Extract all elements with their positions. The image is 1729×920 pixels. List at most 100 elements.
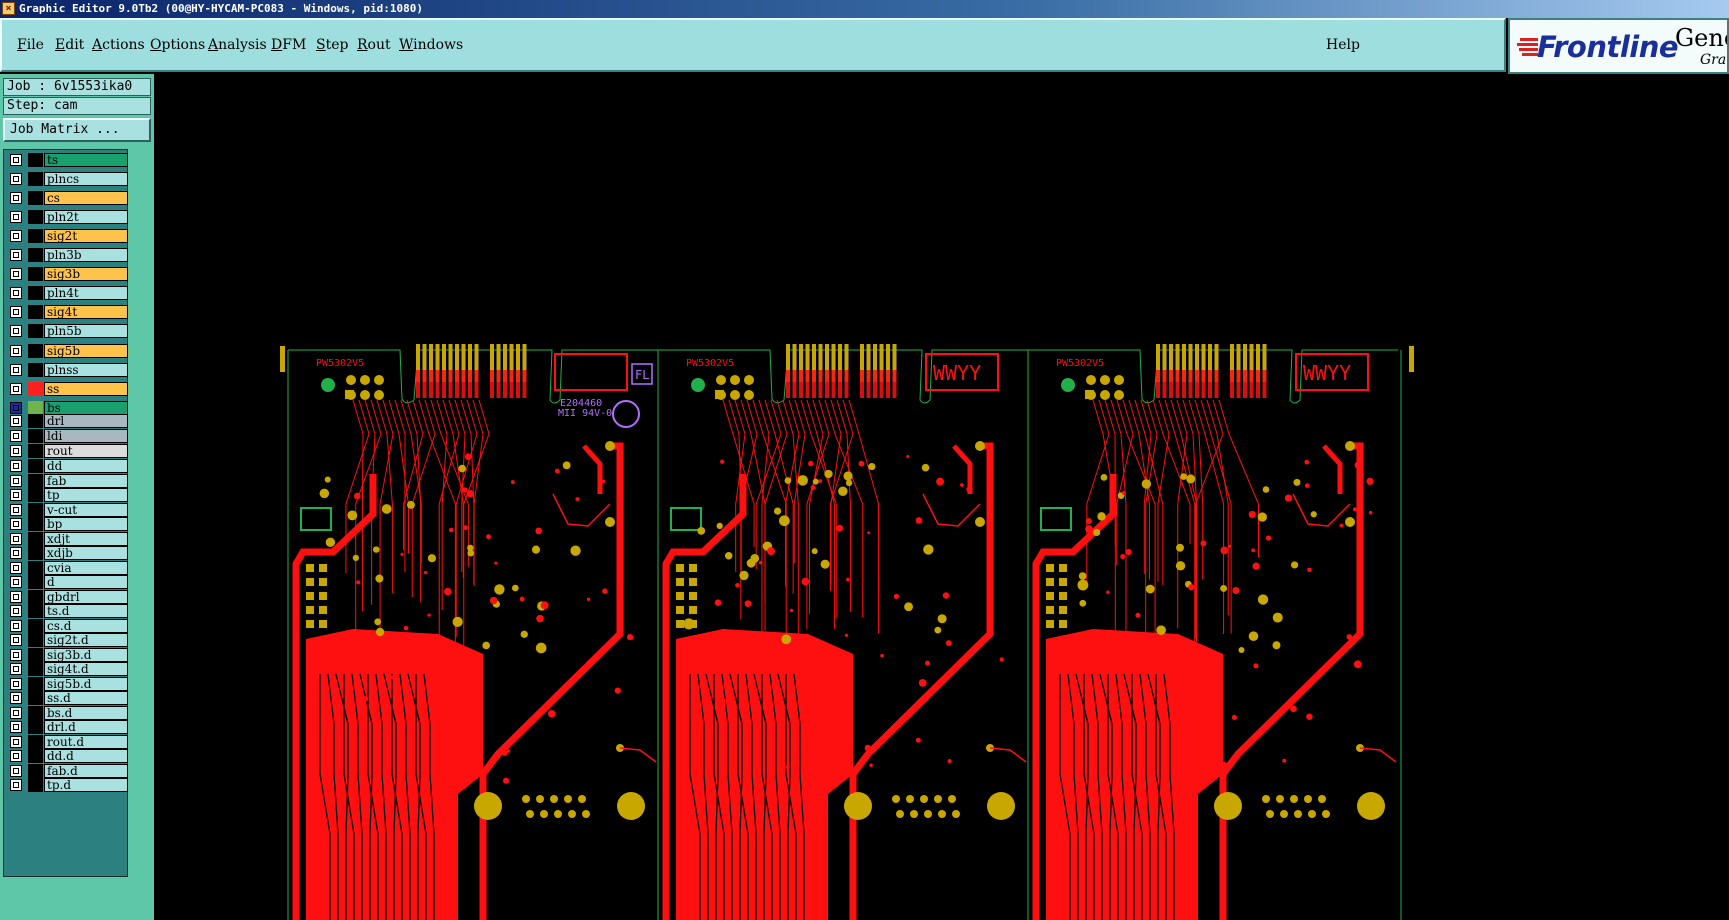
layer-name-label[interactable]: fab — [44, 473, 128, 488]
layer-affected-checkbox[interactable] — [10, 721, 22, 733]
layer-row-sig3b[interactable]: sig3b — [6, 266, 128, 282]
layer-name-label[interactable]: sig3b.d — [44, 647, 128, 662]
layer-display-swatch[interactable] — [28, 560, 43, 575]
layer-affected-checkbox[interactable] — [10, 503, 22, 516]
layer-display-swatch[interactable] — [28, 473, 43, 488]
layer-display-swatch[interactable] — [28, 502, 43, 517]
menu-step[interactable]: Step — [316, 37, 348, 53]
layer-affected-checkbox[interactable] — [10, 518, 22, 530]
layer-display-swatch[interactable] — [28, 429, 43, 443]
layer-name-label[interactable]: sig4t.d — [44, 662, 128, 676]
layer-display-swatch[interactable] — [28, 229, 43, 244]
layer-affected-checkbox[interactable] — [10, 249, 22, 262]
layer-display-swatch[interactable] — [28, 720, 43, 734]
layer-affected-checkbox[interactable] — [10, 605, 22, 617]
layer-name-label[interactable]: cvia — [44, 560, 128, 575]
layer-affected-checkbox[interactable] — [10, 706, 22, 719]
layer-display-swatch[interactable] — [28, 589, 43, 604]
layer-row-drl[interactable]: drl — [6, 413, 128, 429]
layer-affected-checkbox[interactable] — [10, 474, 22, 487]
layer-name-label[interactable]: sig2t.d — [44, 633, 128, 647]
layer-display-swatch[interactable] — [28, 604, 43, 618]
layer-display-swatch[interactable] — [28, 381, 43, 396]
layer-name-label[interactable]: rout.d — [44, 734, 128, 749]
layer-name-label[interactable]: sig5b.d — [44, 676, 128, 691]
layer-affected-checkbox[interactable] — [10, 532, 22, 545]
layer-name-label[interactable]: plnss — [44, 362, 128, 377]
layer-name-label[interactable]: dd — [44, 459, 128, 473]
layer-display-swatch[interactable] — [28, 517, 43, 531]
genesis-app-icon[interactable]: × — [2, 2, 15, 15]
layer-display-swatch[interactable] — [28, 763, 43, 778]
layer-affected-checkbox[interactable] — [10, 735, 22, 748]
layer-affected-checkbox[interactable] — [10, 363, 22, 376]
layer-row-ts[interactable]: ts — [6, 152, 128, 168]
layer-affected-checkbox[interactable] — [10, 619, 22, 632]
layer-name-label[interactable]: sig5b — [44, 343, 128, 358]
pcb-panel-view[interactable]: PW5302V5FLE204460MII 94V-0PW5302V5 WWYY PW… — [155, 74, 1729, 920]
job-matrix-button[interactable]: Job Matrix ... — [3, 118, 151, 142]
layer-display-swatch[interactable] — [28, 414, 43, 428]
layer-list-scrollbar[interactable] — [128, 149, 152, 877]
layer-row-plnss[interactable]: plnss — [6, 362, 128, 378]
menu-analysis[interactable]: Analysis — [208, 37, 267, 53]
layer-name-label[interactable]: dd.d — [44, 749, 128, 763]
layer-name-label[interactable]: drl — [44, 414, 128, 428]
menu-windows[interactable]: Windows — [399, 37, 463, 53]
layer-display-swatch[interactable] — [28, 172, 43, 187]
layer-affected-checkbox[interactable] — [10, 460, 22, 472]
layer-row-rout[interactable]: rout — [6, 443, 128, 459]
layer-display-swatch[interactable] — [28, 749, 43, 763]
layer-display-swatch[interactable] — [28, 705, 43, 720]
layer-display-swatch[interactable] — [28, 305, 43, 320]
layer-affected-checkbox[interactable] — [10, 561, 22, 574]
layer-display-swatch[interactable] — [28, 210, 43, 225]
graphic-canvas[interactable]: PW5302V5 FL E204460 MII 94V-0 PW5302V5 WWYY PW… — [155, 74, 1729, 920]
layer-display-swatch[interactable] — [28, 343, 43, 358]
layer-display-swatch[interactable] — [28, 488, 43, 502]
layer-affected-checkbox[interactable] — [10, 677, 22, 690]
layer-name-label[interactable]: fab.d — [44, 763, 128, 778]
layer-display-swatch[interactable] — [28, 286, 43, 301]
layer-display-swatch[interactable] — [28, 676, 43, 691]
layer-display-swatch[interactable] — [28, 691, 43, 705]
layer-affected-checkbox[interactable] — [10, 692, 22, 704]
layer-row-ldi[interactable]: ldi — [6, 428, 128, 444]
layer-affected-checkbox[interactable] — [10, 230, 22, 243]
layer-name-label[interactable]: plncs — [44, 172, 128, 187]
layer-name-label[interactable]: ts — [44, 153, 128, 167]
layer-affected-checkbox[interactable] — [10, 663, 22, 675]
layer-affected-checkbox[interactable] — [10, 445, 22, 457]
layer-affected-checkbox[interactable] — [10, 590, 22, 603]
menu-options[interactable]: Options — [150, 37, 205, 53]
layer-display-swatch[interactable] — [28, 267, 43, 282]
layer-name-label[interactable]: cs — [44, 191, 128, 206]
layer-name-label[interactable]: gbdrl — [44, 589, 128, 604]
layer-affected-checkbox[interactable] — [10, 415, 22, 427]
layer-affected-checkbox[interactable] — [10, 401, 22, 414]
layer-name-label[interactable]: cs.d — [44, 618, 128, 633]
layer-display-swatch[interactable] — [28, 362, 43, 377]
layer-affected-checkbox[interactable] — [10, 750, 22, 762]
layer-display-swatch[interactable] — [28, 778, 43, 792]
menu-help[interactable]: Help — [1326, 37, 1360, 53]
menu-edit[interactable]: Edit — [55, 37, 84, 53]
layer-display-swatch[interactable] — [28, 575, 43, 589]
layer-affected-checkbox[interactable] — [10, 382, 22, 395]
layer-name-label[interactable]: drl.d — [44, 720, 128, 734]
layer-row-ss[interactable]: ss — [6, 381, 128, 397]
layer-affected-checkbox[interactable] — [10, 211, 22, 224]
menu-file[interactable]: File — [17, 37, 44, 53]
layer-display-swatch[interactable] — [28, 191, 43, 206]
layer-affected-checkbox[interactable] — [10, 325, 22, 338]
layer-affected-checkbox[interactable] — [10, 779, 22, 791]
layer-name-label[interactable]: xdjt — [44, 531, 128, 546]
layer-name-label[interactable]: tp — [44, 488, 128, 502]
layer-row-pln2t[interactable]: pln2t — [6, 209, 128, 225]
layer-affected-checkbox[interactable] — [10, 154, 22, 166]
layer-affected-checkbox[interactable] — [10, 344, 22, 357]
layer-affected-checkbox[interactable] — [10, 173, 22, 186]
layer-row-pln3b[interactable]: pln3b — [6, 247, 128, 263]
layer-affected-checkbox[interactable] — [10, 268, 22, 281]
menu-rout[interactable]: Rout — [357, 37, 391, 53]
